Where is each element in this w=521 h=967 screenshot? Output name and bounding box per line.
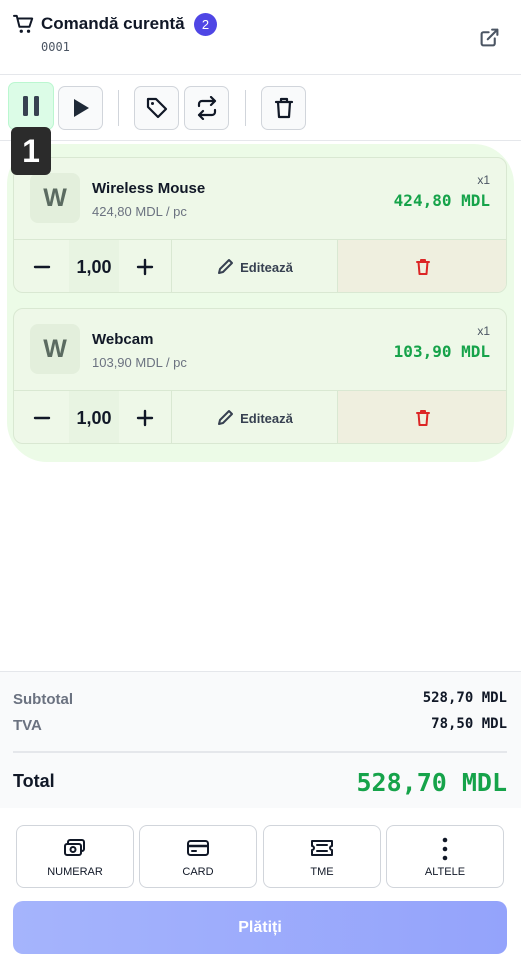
decrease-quantity-button[interactable] xyxy=(14,391,69,443)
edit-item-button[interactable]: Editează xyxy=(171,240,338,292)
cash-icon xyxy=(64,839,85,856)
item-actions: 1,00 Editează xyxy=(14,239,506,292)
resume-order-button[interactable] xyxy=(58,86,103,130)
order-toolbar xyxy=(0,76,521,141)
product-total: 103,90 MDL xyxy=(393,342,490,361)
vat-value: 78,50 MDL xyxy=(431,716,507,732)
increase-quantity-button[interactable] xyxy=(119,240,171,292)
pause-order-button[interactable] xyxy=(8,82,54,130)
product-quantity-label: x1 xyxy=(477,173,490,187)
product-unit-price: 103,90 MDL / pc xyxy=(92,355,187,370)
pencil-icon xyxy=(218,259,234,274)
minus-icon xyxy=(33,416,50,420)
edit-item-button[interactable]: Editează xyxy=(171,391,338,443)
order-number: 0001 xyxy=(41,40,70,54)
vat-label: TVA xyxy=(13,717,42,734)
product-avatar: W xyxy=(30,324,80,374)
tag-icon xyxy=(146,97,167,119)
list-item[interactable]: W Webcam 103,90 MDL / pc x1 103,90 MDL 1… xyxy=(13,308,507,444)
pay-tme-button[interactable]: TME xyxy=(263,825,381,888)
pay-method-label: TME xyxy=(310,866,334,878)
quantity-value[interactable]: 1,00 xyxy=(69,391,119,443)
cart-icon xyxy=(13,14,34,33)
total-label: Total xyxy=(13,771,55,791)
product-name: Wireless Mouse xyxy=(92,180,206,197)
play-icon xyxy=(73,99,89,117)
edit-label: Editează xyxy=(240,259,293,275)
toolbar-divider xyxy=(245,90,246,126)
trash-icon xyxy=(416,259,430,275)
product-quantity-label: x1 xyxy=(477,324,490,338)
pause-icon xyxy=(23,96,39,116)
repeat-icon xyxy=(197,96,216,120)
ticket-icon xyxy=(311,840,333,856)
order-count-badge: 2 xyxy=(194,13,217,36)
decrease-quantity-button[interactable] xyxy=(14,240,69,292)
step-number-badge: 1 xyxy=(11,127,51,175)
more-vertical-icon xyxy=(442,837,448,861)
delete-item-button[interactable] xyxy=(338,240,506,292)
delete-item-button[interactable] xyxy=(338,391,506,443)
trash-icon xyxy=(274,97,293,119)
discount-button[interactable] xyxy=(134,86,179,130)
page-title: Comandă curentă xyxy=(41,14,185,33)
product-avatar: W xyxy=(30,173,80,223)
pencil-icon xyxy=(218,410,234,425)
list-item[interactable]: W Wireless Mouse 424,80 MDL / pc x1 424,… xyxy=(13,157,507,293)
plus-icon xyxy=(136,409,154,427)
trash-icon xyxy=(416,410,430,426)
clear-order-button[interactable] xyxy=(261,86,306,130)
pay-method-label: ALTELE xyxy=(424,866,466,878)
total-value: 528,70 MDL xyxy=(356,768,507,797)
subtotal-value: 528,70 MDL xyxy=(422,690,507,706)
totals-divider xyxy=(13,751,507,753)
product-name: Webcam xyxy=(92,331,154,348)
subtotal-label: Subtotal xyxy=(13,691,73,708)
quantity-value[interactable]: 1,00 xyxy=(69,240,119,292)
pay-cash-button[interactable]: NUMERAR xyxy=(16,825,134,888)
toolbar-divider xyxy=(118,90,119,126)
pay-now-button[interactable]: Plătiți xyxy=(13,901,507,954)
minus-icon xyxy=(33,265,50,269)
card-icon xyxy=(187,840,209,856)
product-total: 424,80 MDL xyxy=(393,191,490,210)
pay-method-label: CARD xyxy=(182,866,214,878)
pay-other-button[interactable]: ALTELE xyxy=(386,825,504,888)
item-actions: 1,00 Editează xyxy=(14,390,506,443)
increase-quantity-button[interactable] xyxy=(119,391,171,443)
order-totals: Subtotal 528,70 MDL TVA 78,50 MDL Total … xyxy=(0,671,521,808)
external-link-icon[interactable] xyxy=(479,27,500,48)
edit-label: Editează xyxy=(240,410,293,426)
product-unit-price: 424,80 MDL / pc xyxy=(92,204,187,219)
plus-icon xyxy=(136,258,154,276)
order-header: Comandă curentă 2 0001 xyxy=(0,0,521,75)
transfer-button[interactable] xyxy=(184,86,229,130)
pay-card-button[interactable]: CARD xyxy=(139,825,257,888)
pay-method-label: NUMERAR xyxy=(47,866,103,878)
